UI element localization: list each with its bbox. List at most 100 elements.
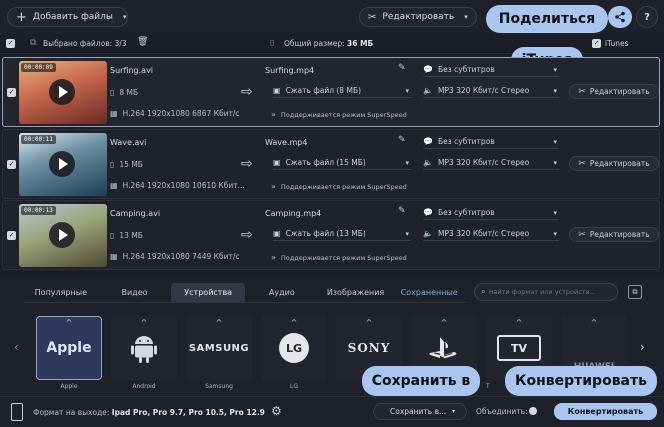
search-icon: ⌕	[481, 287, 486, 296]
rename-pencil-icon[interactable]: ✎	[398, 206, 406, 216]
speaker-icon: 🔈	[423, 158, 433, 167]
file-icon: ▯	[110, 160, 115, 169]
carousel-left-arrow[interactable]: ‹	[14, 340, 19, 354]
search-input[interactable]	[488, 288, 599, 296]
audio-dropdown[interactable]: 🔈 MP3 320 Кбит/с Стерео ▾	[423, 86, 559, 98]
tab-devices[interactable]: Устройства	[171, 283, 246, 303]
tab-images[interactable]: Изображения	[318, 283, 393, 303]
share-button[interactable]	[608, 6, 632, 28]
source-file-name: Wave.avi	[110, 138, 147, 147]
file-checkbox[interactable]: ✓	[7, 231, 16, 240]
chevron-down-icon: ▾	[553, 208, 557, 217]
tv-icon: TV	[497, 335, 541, 361]
rename-pencil-icon[interactable]: ✎	[398, 135, 406, 145]
samsung-logo: SAMSUNG	[188, 342, 250, 354]
help-button[interactable]: ?	[636, 6, 658, 28]
convert-arrow-icon: ⇨	[241, 84, 253, 100]
audio-dropdown[interactable]: 🔈 MP3 320 Кбит/с Стерео ▾	[423, 158, 559, 170]
file-checkbox[interactable]: ✓	[7, 160, 16, 169]
film-icon: ▦	[110, 109, 118, 118]
add-files-button[interactable]: + Добавить файлы ▾	[7, 7, 128, 27]
subtitles-dropdown[interactable]: 💬 Без субтитров ▾	[423, 65, 559, 77]
convert-arrow-icon: ⇨	[241, 156, 253, 172]
compress-label: Сжать файл (13 МБ)	[285, 229, 366, 238]
edit-file-button[interactable]: ✂ Редактировать	[569, 84, 659, 99]
video-thumbnail[interactable]: 00:00:09	[19, 61, 107, 124]
chevron-down-icon: ▾	[123, 13, 127, 21]
file-checkbox[interactable]: ✓	[7, 88, 16, 97]
chevron-up-icon: ^	[215, 318, 223, 327]
audio-label: MP3 320 Кбит/с Стерео	[437, 158, 530, 167]
save-to-label: Сохранить в...	[390, 407, 447, 416]
scissors-icon: ✂	[368, 11, 377, 23]
format-tabs: Популярные Видео Устройства Аудио Изобра…	[24, 283, 467, 303]
audio-dropdown[interactable]: 🔈 MP3 320 Кбит/с Стерео ▾	[423, 229, 559, 241]
itunes-checkbox[interactable]: ✓	[592, 39, 601, 48]
trash-icon[interactable]: 🗑	[137, 37, 148, 47]
compress-label: Сжать файл (15 МБ)	[285, 158, 366, 167]
timecode: 00:00:13	[21, 206, 56, 215]
output-file-name[interactable]: Wave.mp4	[265, 138, 307, 147]
play-icon[interactable]	[49, 222, 75, 248]
compress-icon: ▣	[273, 86, 281, 95]
output-format-label: Формат на выходе:	[33, 408, 110, 417]
output-file-name[interactable]: Surfing.mp4	[265, 66, 314, 75]
edit-menu-button[interactable]: ✂ Редактировать ▾	[359, 7, 477, 27]
chevron-up-icon: ^	[140, 318, 148, 327]
convert-callout-label: Конвертировать	[515, 373, 647, 389]
tab-audio[interactable]: Аудио	[245, 283, 319, 303]
convert-button[interactable]: Конвертировать	[554, 403, 657, 420]
merge-toggle[interactable]	[529, 407, 537, 415]
video-thumbnail[interactable]: 00:00:11	[19, 133, 107, 196]
tablet-icon	[11, 403, 23, 421]
audio-label: MP3 320 Кбит/с Стерео	[437, 229, 530, 238]
source-size: ▯ 15 МБ	[110, 160, 143, 169]
file-icon: ▯	[110, 88, 115, 97]
format-search[interactable]: ⌕	[474, 283, 618, 301]
superspeed-icon: »	[271, 253, 276, 262]
play-icon[interactable]	[49, 151, 75, 177]
lg-logo-icon: LG	[279, 333, 309, 363]
share-callout[interactable]: Поделиться	[486, 5, 608, 33]
saved-formats-button[interactable]: ⧉	[628, 285, 642, 299]
file-row[interactable]: ✓ 00:00:11 Wave.avi ▯ 15 МБ ▦ H.264 1920…	[2, 129, 660, 199]
subtitles-icon: 💬	[423, 208, 433, 217]
compress-dropdown[interactable]: ▣ Сжать файл (13 МБ) ▾	[273, 229, 411, 241]
compress-dropdown[interactable]: ▣ Сжать файл (15 МБ) ▾	[273, 158, 411, 170]
chevron-down-icon: ▾	[553, 158, 557, 167]
edit-file-button[interactable]: ✂ Редактировать	[569, 156, 659, 171]
output-settings-gear-icon[interactable]: ⚙	[271, 404, 282, 418]
file-row[interactable]: ✓ 00:00:09 Surfing.avi ▯ 8 МБ ▦ H.264 19…	[2, 57, 660, 127]
edit-file-button[interactable]: ✂ Редактировать	[569, 227, 659, 242]
output-file-name[interactable]: Camping.mp4	[265, 209, 321, 218]
carousel-right-arrow[interactable]: ›	[640, 340, 645, 354]
tab-video[interactable]: Видео	[97, 283, 172, 303]
subtitles-label: Без субтитров	[437, 208, 495, 217]
select-all-checkbox[interactable]: ✓	[6, 39, 15, 48]
chevron-down-icon: ▾	[553, 229, 557, 238]
subtitles-icon: 💬	[423, 137, 433, 146]
film-icon: ▦	[110, 252, 118, 261]
play-icon[interactable]	[49, 79, 75, 105]
bottom-bar: Формат на выходе: Ipad Pro, Pro 9.7, Pro…	[0, 396, 664, 427]
superspeed-label: Поддерживается режим SuperSpeed	[280, 253, 407, 262]
superspeed-note: » Поддерживается режим SuperSpeed	[271, 253, 407, 262]
apple-logo: Apple	[46, 340, 92, 356]
compress-dropdown[interactable]: ▣ Сжать файл (8 МБ) ▾	[273, 86, 411, 98]
plus-icon: +	[16, 9, 27, 25]
output-format-value: Ipad Pro, Pro 9.7, Pro 10.5, Pro 12.9	[111, 408, 265, 417]
rename-pencil-icon[interactable]: ✎	[398, 63, 406, 73]
source-codec-value: H.264 1920x1080 6867 Кбит/с	[122, 109, 240, 118]
save-to-button[interactable]: Сохранить в... ▾	[373, 403, 467, 420]
file-row[interactable]: ✓ 00:00:13 Camping.avi ▯ 13 МБ ▦ H.264 1…	[2, 200, 660, 270]
video-thumbnail[interactable]: 00:00:13	[19, 204, 107, 267]
chevron-down-icon: ▾	[405, 86, 409, 95]
subtitles-dropdown[interactable]: 💬 Без субтитров ▾	[423, 137, 559, 149]
top-toolbar: + Добавить файлы ▾ ✂ Редактировать ▾ Под…	[0, 0, 664, 34]
subtitles-dropdown[interactable]: 💬 Без субтитров ▾	[423, 208, 559, 220]
tab-popular[interactable]: Популярные	[24, 283, 98, 303]
file-size-icon: ▯	[270, 38, 275, 47]
source-size: ▯ 13 МБ	[110, 231, 143, 240]
chevron-up-icon: ^	[590, 318, 598, 327]
tab-saved[interactable]: Сохраненные	[392, 283, 467, 303]
